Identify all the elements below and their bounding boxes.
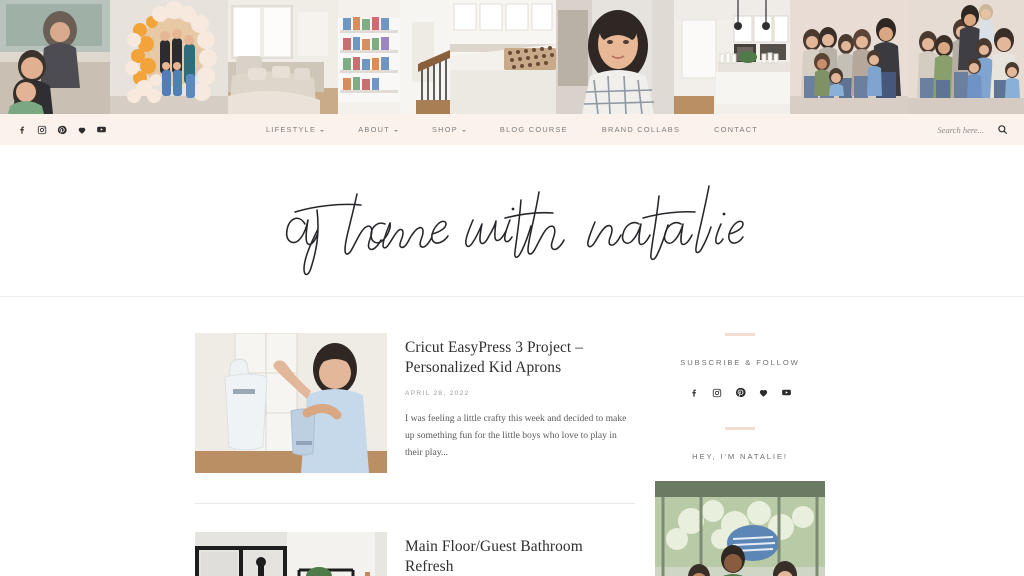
search-area	[928, 124, 1008, 135]
hero-image-3[interactable]	[228, 0, 338, 114]
chevron-down-icon	[461, 129, 466, 132]
sidebar-divider-top	[725, 333, 755, 336]
chevron-down-icon	[393, 129, 398, 132]
bloglovin-heart-icon[interactable]	[758, 387, 769, 398]
nav-label: LIFESTYLE	[265, 125, 317, 134]
hero-image-2[interactable]	[110, 0, 228, 114]
sidebar-divider-bottom	[725, 427, 755, 430]
nav-label: ABOUT	[358, 125, 390, 134]
about-photo[interactable]	[655, 481, 825, 576]
nav-item-lifestyle[interactable]: LIFESTYLE	[249, 125, 341, 134]
main-navbar: LIFESTYLE ABOUT SHOP BLOG COURSE BRAND C…	[0, 114, 1024, 145]
sidebar-social-links	[655, 387, 825, 398]
facebook-icon[interactable]	[16, 124, 27, 135]
instagram-icon[interactable]	[36, 124, 47, 135]
hero-image-8[interactable]	[790, 0, 908, 114]
nav-item-about[interactable]: ABOUT	[341, 125, 415, 134]
post-thumbnail[interactable]	[195, 532, 387, 576]
nav-label: SHOP	[431, 125, 458, 134]
header-social-links	[16, 124, 107, 135]
facebook-icon[interactable]	[689, 387, 700, 398]
post-title[interactable]: Cricut EasyPress 3 Project – Personalize…	[405, 338, 635, 379]
nav-label: BLOG COURSE	[499, 125, 568, 134]
site-logo-band	[0, 145, 1024, 297]
hero-image-1[interactable]	[0, 0, 110, 114]
post-item: Cricut EasyPress 3 Project – Personalize…	[195, 333, 635, 473]
about-widget-title: HEY, I'M NATALIE!	[692, 452, 788, 461]
hero-image-6[interactable]	[556, 0, 674, 114]
post-excerpt: I was feeling a little crafty this week …	[405, 412, 627, 458]
post-text: Cricut EasyPress 3 Project – Personalize…	[405, 333, 635, 473]
hero-image-strip	[0, 0, 1024, 114]
sidebar: SUBSCRIBE & FOLLOW HEY, I'M NATALIE!	[655, 333, 825, 576]
bloglovin-heart-icon[interactable]	[76, 124, 87, 135]
post-date: APRIL 28, 2022	[405, 389, 470, 397]
main-area: Cricut EasyPress 3 Project – Personalize…	[0, 297, 1024, 576]
pinterest-icon[interactable]	[56, 124, 67, 135]
post-list: Cricut EasyPress 3 Project – Personalize…	[195, 333, 635, 576]
primary-nav-menu: LIFESTYLE ABOUT SHOP BLOG COURSE BRAND C…	[0, 125, 1024, 134]
post-item: Main Floor/Guest Bathroom Refresh	[195, 532, 635, 576]
hero-image-7[interactable]	[674, 0, 790, 114]
chevron-down-icon	[320, 129, 325, 132]
youtube-icon[interactable]	[781, 387, 792, 398]
site-logo-script	[285, 184, 744, 275]
nav-label: CONTACT	[714, 125, 759, 134]
site-logo[interactable]	[277, 166, 747, 276]
youtube-icon[interactable]	[96, 124, 107, 135]
nav-label: BRAND COLLABS	[601, 125, 681, 134]
search-input[interactable]	[928, 124, 984, 135]
pinterest-icon[interactable]	[735, 387, 746, 398]
post-thumbnail[interactable]	[195, 333, 387, 473]
nav-item-contact[interactable]: CONTACT	[697, 125, 775, 134]
hero-image-9[interactable]	[908, 0, 1024, 114]
nav-item-shop[interactable]: SHOP	[415, 125, 483, 134]
instagram-icon[interactable]	[712, 387, 723, 398]
subscribe-widget-title: SUBSCRIBE & FOLLOW	[680, 358, 800, 367]
post-title[interactable]: Main Floor/Guest Bathroom Refresh	[405, 537, 635, 576]
hero-image-5[interactable]	[450, 0, 556, 114]
post-text: Main Floor/Guest Bathroom Refresh	[405, 532, 635, 576]
search-icon[interactable]	[997, 124, 1008, 135]
post-divider	[195, 503, 635, 504]
nav-item-brand-collabs[interactable]: BRAND COLLABS	[585, 125, 697, 134]
hero-image-4[interactable]	[338, 0, 450, 114]
nav-item-blog-course[interactable]: BLOG COURSE	[483, 125, 585, 134]
